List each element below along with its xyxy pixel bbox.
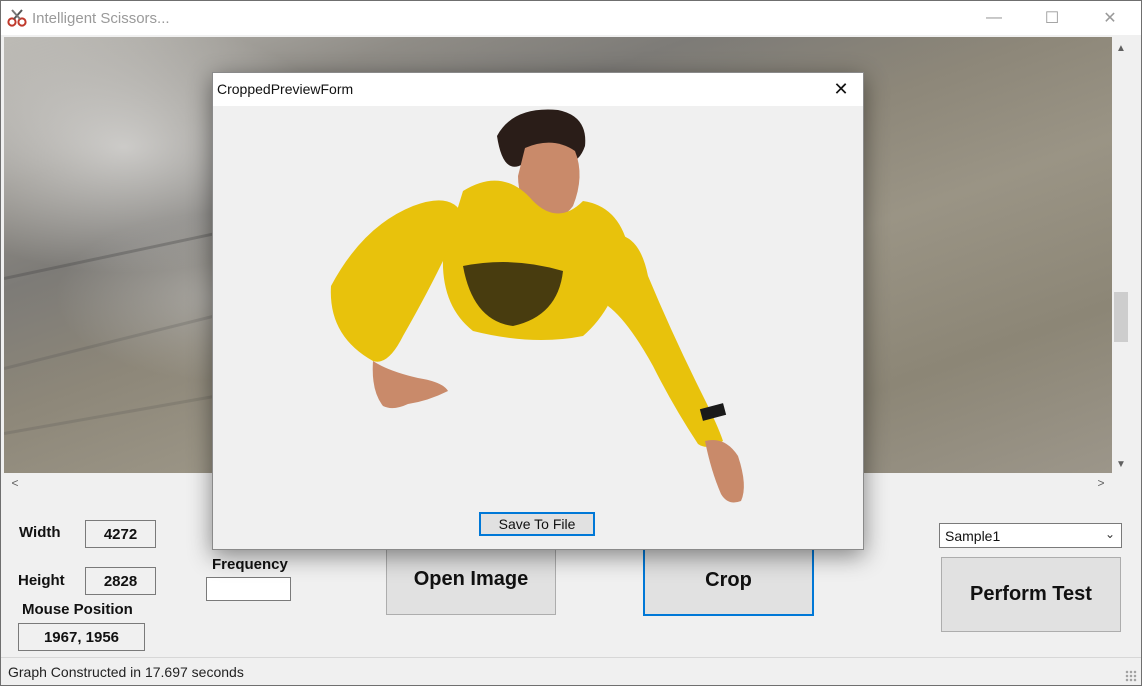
chevron-down-icon: ⌄ xyxy=(1104,527,1115,541)
status-text: Graph Constructed in 17.697 seconds xyxy=(8,664,244,680)
resize-grip-icon[interactable] xyxy=(1125,670,1137,682)
dialog-close-button[interactable]: ✕ xyxy=(819,73,863,106)
scroll-right-icon[interactable]: > xyxy=(1092,473,1110,493)
status-bar: Graph Constructed in 17.697 seconds xyxy=(1,657,1141,685)
sample-dropdown-value: Sample1 xyxy=(945,527,1001,544)
frequency-label: Frequency xyxy=(212,556,288,573)
frequency-input[interactable] xyxy=(206,577,291,601)
title-bar[interactable]: Intelligent Scissors... — ☐ ✕ xyxy=(1,1,1141,35)
crop-button[interactable]: Crop xyxy=(643,544,814,616)
maximize-button[interactable]: ☐ xyxy=(1029,1,1075,35)
scroll-left-icon[interactable]: < xyxy=(6,473,24,493)
cropped-preview-dialog: CroppedPreviewForm ✕ Save To File xyxy=(212,72,864,550)
minimize-button[interactable]: — xyxy=(971,1,1017,35)
minimize-icon: — xyxy=(986,9,1002,26)
scissors-icon xyxy=(7,9,27,27)
cropped-preview-image xyxy=(330,109,744,503)
scroll-up-icon[interactable]: ▲ xyxy=(1112,39,1130,57)
height-value: 2828 xyxy=(85,567,156,595)
dialog-title: CroppedPreviewForm xyxy=(217,81,354,97)
save-to-file-button[interactable]: Save To File xyxy=(479,512,595,536)
maximize-icon: ☐ xyxy=(1044,10,1060,27)
window-title: Intelligent Scissors... xyxy=(32,10,170,27)
main-window: Intelligent Scissors... — ☐ ✕ ▲ ▼ < > Wi… xyxy=(0,0,1142,686)
mouse-position-label: Mouse Position xyxy=(22,601,133,618)
close-icon: ✕ xyxy=(1103,10,1117,27)
close-button[interactable]: ✕ xyxy=(1087,1,1133,35)
cropped-person-figure xyxy=(330,109,744,503)
dialog-title-bar[interactable]: CroppedPreviewForm ✕ xyxy=(213,73,863,106)
height-label: Height xyxy=(18,572,65,589)
perform-test-button[interactable]: Perform Test xyxy=(941,557,1121,632)
width-value: 4272 xyxy=(85,520,156,548)
close-icon: ✕ xyxy=(833,79,849,99)
mouse-position-value: 1967, 1956 xyxy=(18,623,145,651)
scroll-down-icon[interactable]: ▼ xyxy=(1112,455,1130,473)
sample-dropdown[interactable]: Sample1 ⌄ xyxy=(939,523,1122,548)
width-label: Width xyxy=(19,524,61,541)
open-image-button[interactable]: Open Image xyxy=(386,544,556,615)
vertical-scroll-thumb[interactable] xyxy=(1114,292,1128,342)
vertical-scrollbar[interactable]: ▲ ▼ xyxy=(1112,37,1130,473)
